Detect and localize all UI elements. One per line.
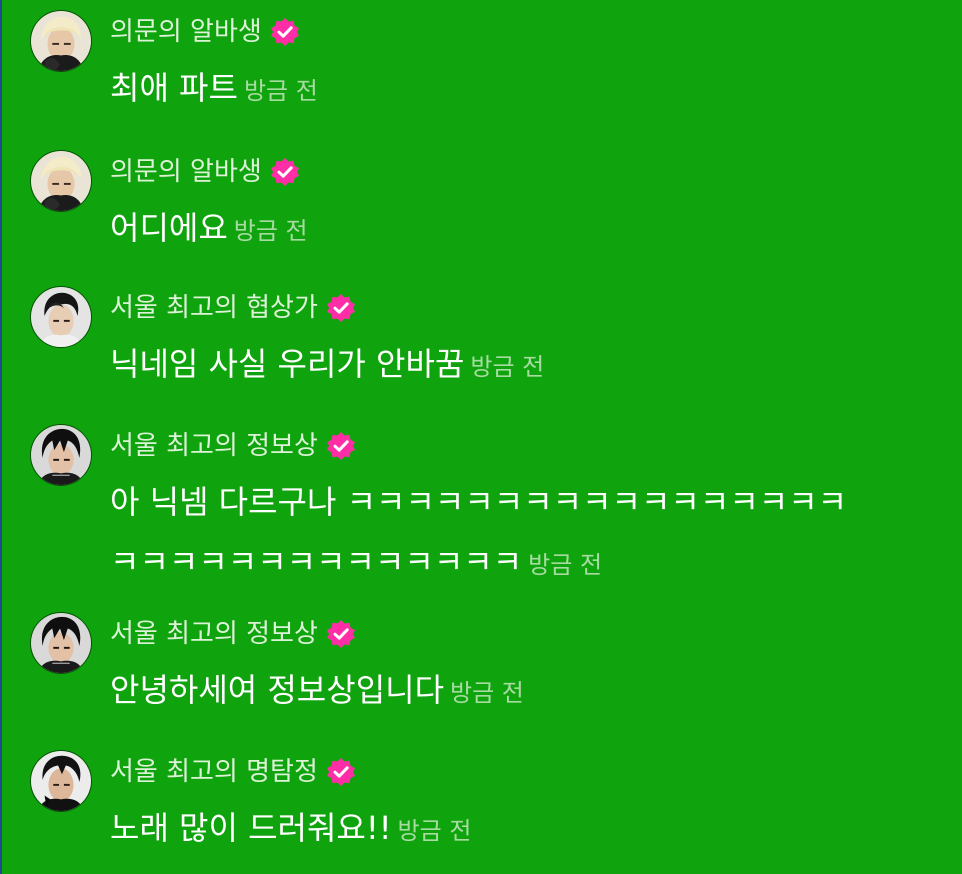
author-row: 서울 최고의 명탐정: [110, 754, 356, 790]
message-timestamp: 방금 전: [243, 77, 318, 105]
chat-message: 서울 최고의 정보상 안녕하세여 정보상입니다 방금 전: [30, 612, 930, 712]
author-row: 서울 최고의 정보상: [110, 428, 356, 464]
author-name[interactable]: 의문의 알바생: [110, 14, 262, 50]
message-timestamp: 방금 전: [397, 817, 472, 845]
chat-message: 서울 최고의 명탐정 노래 많이 드러줘요!! 방금 전: [30, 750, 930, 850]
message-timestamp: 방금 전: [450, 679, 524, 707]
message-text-block: 아 닉넴 다르구나 ㅋㅋㅋㅋㅋㅋㅋㅋㅋㅋㅋㅋㅋㅋㅋㅋㅋㅋㅋㅋㅋㅋㅋㅋㅋㅋㅋㅋㅋㅋ…: [110, 472, 870, 595]
verified-badge-icon: [326, 619, 356, 649]
author-row: 의문의 알바생: [110, 14, 300, 50]
user-avatar[interactable]: [30, 150, 92, 212]
author-row: 서울 최고의 협상가: [110, 290, 356, 326]
message-body: 어디에요: [110, 209, 228, 247]
message-text-block: 최애 파트 방금 전: [110, 58, 910, 121]
black-hair-avatar-image: [31, 425, 91, 485]
dark-hair-avatar-2-image: [31, 751, 91, 811]
user-avatar[interactable]: [30, 424, 92, 486]
author-name[interactable]: 의문의 알바생: [110, 154, 262, 190]
author-name[interactable]: 서울 최고의 명탐정: [110, 754, 318, 790]
black-hair-avatar-image: [31, 613, 91, 673]
blonde-avatar-image: [31, 151, 91, 211]
user-avatar[interactable]: [30, 750, 92, 812]
chat-message-list[interactable]: 의문의 알바생 최애 파트 방금 전 의문의 알바생 어디에요 방금 전 서울 …: [0, 0, 962, 874]
message-body: 최애 파트: [110, 69, 238, 107]
user-avatar[interactable]: [30, 286, 92, 348]
chat-message: 서울 최고의 정보상 아 닉넴 다르구나 ㅋㅋㅋㅋㅋㅋㅋㅋㅋㅋㅋㅋㅋㅋㅋㅋㅋㅋㅋ…: [30, 424, 930, 584]
message-body: 닉네임 사실 우리가 안바꿈: [110, 345, 465, 383]
blonde-avatar-image: [31, 11, 91, 71]
author-name[interactable]: 서울 최고의 정보상: [110, 616, 318, 652]
chat-message: 서울 최고의 협상가 닉네임 사실 우리가 안바꿈 방금 전: [30, 286, 930, 386]
message-body: 아 닉넴 다르구나 ㅋㅋㅋㅋㅋㅋㅋㅋㅋㅋㅋㅋㅋㅋㅋㅋㅋㅋㅋㅋㅋㅋㅋㅋㅋㅋㅋㅋㅋㅋ…: [110, 483, 848, 581]
message-body: 노래 많이 드러줘요!!: [110, 809, 392, 847]
author-row: 서울 최고의 정보상: [110, 616, 356, 652]
message-text-block: 어디에요 방금 전: [110, 198, 910, 261]
dark-hair-avatar-image: [31, 287, 91, 347]
message-body: 안녕하세여 정보상입니다: [110, 671, 445, 709]
user-avatar[interactable]: [30, 612, 92, 674]
verified-badge-icon: [270, 157, 300, 187]
chat-message: 의문의 알바생 어디에요 방금 전: [30, 150, 930, 250]
user-avatar[interactable]: [30, 10, 92, 72]
chat-message: 의문의 알바생 최애 파트 방금 전: [30, 10, 930, 110]
message-timestamp: 방금 전: [528, 551, 603, 579]
author-name[interactable]: 서울 최고의 협상가: [110, 290, 318, 326]
verified-badge-icon: [270, 17, 300, 47]
message-text-block: 안녕하세여 정보상입니다 방금 전: [110, 660, 910, 723]
verified-badge-icon: [326, 293, 356, 323]
verified-badge-icon: [326, 431, 356, 461]
message-text-block: 닉네임 사실 우리가 안바꿈 방금 전: [110, 334, 910, 397]
verified-badge-icon: [326, 757, 356, 787]
message-timestamp: 방금 전: [470, 353, 545, 381]
message-text-block: 노래 많이 드러줘요!! 방금 전: [110, 798, 910, 861]
author-name[interactable]: 서울 최고의 정보상: [110, 428, 318, 464]
author-row: 의문의 알바생: [110, 154, 300, 190]
message-timestamp: 방금 전: [233, 217, 308, 245]
